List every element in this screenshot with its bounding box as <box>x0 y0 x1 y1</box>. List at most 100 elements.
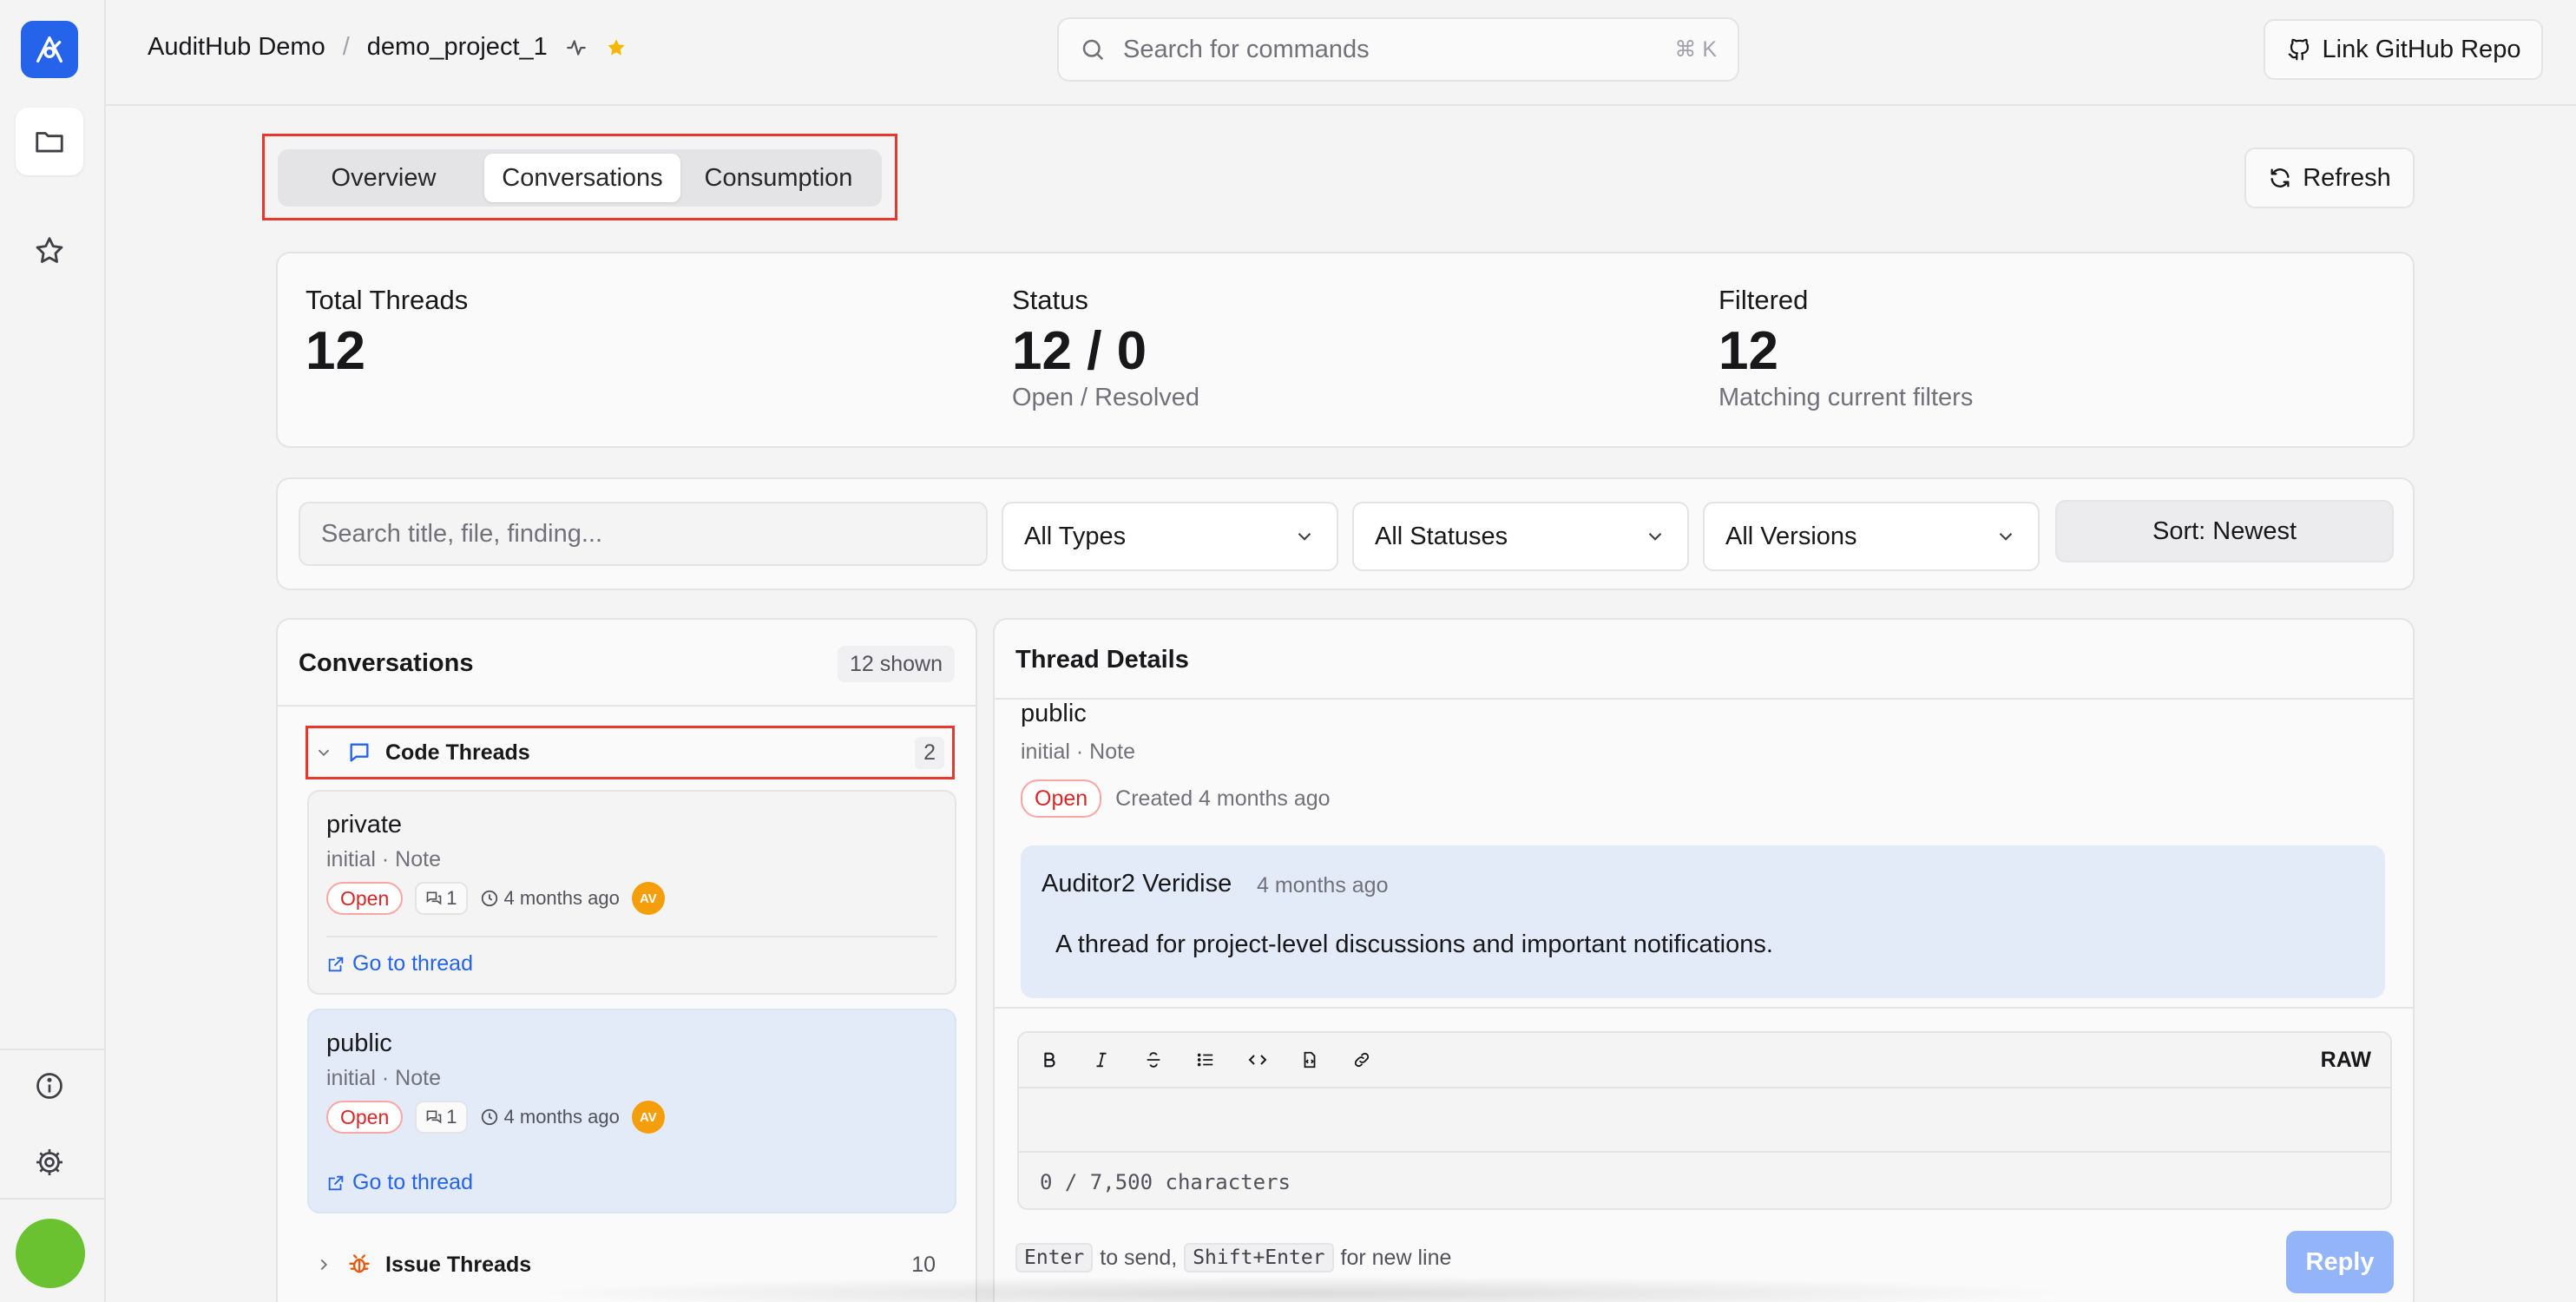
tab-consumption[interactable]: Consumption <box>680 154 877 202</box>
sort-button[interactable]: Sort: Newest <box>2055 500 2394 562</box>
hint-text-newline: for new line <box>1340 1245 1452 1270</box>
stat-status-sub: Open / Resolved <box>1012 384 1200 411</box>
conversations-panel: Conversations 12 shown Code Threads 2 pr… <box>276 618 977 1302</box>
nav-settings[interactable] <box>16 1128 83 1196</box>
clock-icon <box>481 890 497 907</box>
refresh-button[interactable]: Refresh <box>2244 148 2415 208</box>
tab-overview[interactable]: Overview <box>283 154 484 202</box>
type-filter-select[interactable]: All Types <box>1002 502 1338 571</box>
shift-enter-key: Shift+Enter <box>1184 1243 1334 1272</box>
user-avatar[interactable] <box>16 1219 85 1288</box>
message-author: Auditor2 Veridise <box>1042 870 1232 898</box>
breadcrumb-org[interactable]: AuditHub Demo <box>148 33 325 62</box>
avatar: AV <box>631 1101 665 1134</box>
thread-card-meta: initial · Note <box>326 847 441 871</box>
reply-count-badge: 1 <box>415 882 468 915</box>
thread-card-public[interactable]: public initial · Note Open 1 4 months ag… <box>307 1009 956 1213</box>
info-icon <box>36 1073 62 1099</box>
clock-icon <box>481 1108 497 1126</box>
avatar: AV <box>631 882 665 915</box>
breadcrumb-separator: / <box>342 33 350 61</box>
strikethrough-button[interactable] <box>1142 1049 1165 1071</box>
stat-filtered-sub: Matching current filters <box>1718 384 1974 411</box>
external-link-icon <box>328 1175 344 1190</box>
go-to-thread-link[interactable]: Go to thread <box>326 951 473 976</box>
list-button[interactable] <box>1194 1049 1217 1071</box>
chevron-right-icon <box>320 1259 328 1271</box>
nav-favorites[interactable] <box>16 217 83 285</box>
scroll-shadow <box>521 1276 2083 1302</box>
char-count: 0 / 7,500 characters <box>1019 1151 2390 1208</box>
raw-toggle[interactable]: RAW <box>2321 1048 2371 1073</box>
type-filter-value: All Types <box>1024 522 1127 550</box>
tab-conversations[interactable]: Conversations <box>483 154 680 202</box>
external-link-icon <box>328 957 344 971</box>
search-icon <box>1082 39 1104 61</box>
breadcrumb-project[interactable]: demo_project_1 <box>367 33 548 62</box>
group-issue-threads-label: Issue Threads <box>385 1252 532 1277</box>
refresh-icon <box>2270 168 2290 187</box>
left-rail <box>0 0 106 1302</box>
status-badge: Open <box>1021 779 1102 818</box>
reply-count: 1 <box>446 1106 457 1128</box>
chat-bubble-icon <box>350 743 369 762</box>
link-icon <box>1354 1052 1370 1068</box>
command-search-placeholder: Search for commands <box>1123 35 1370 63</box>
go-to-thread-link[interactable]: Go to thread <box>326 1170 473 1195</box>
group-code-threads-count: 2 <box>915 736 944 769</box>
stat-filtered: Filtered 12 Matching current filters <box>1718 285 1973 412</box>
group-code-threads-label: Code Threads <box>385 740 530 765</box>
conversations-shown-count: 12 shown <box>837 646 955 682</box>
bold-button[interactable] <box>1038 1049 1061 1071</box>
stat-total-label: Total Threads <box>306 285 469 315</box>
reply-editor: RAW 0 / 7,500 characters <box>1017 1031 2392 1210</box>
replies-icon <box>426 1110 442 1124</box>
nav-projects[interactable] <box>16 108 83 175</box>
list-icon <box>1197 1053 1213 1067</box>
bug-icon <box>349 1254 370 1273</box>
italic-button[interactable] <box>1090 1049 1113 1071</box>
thread-card-title: private <box>326 811 403 838</box>
strikethrough-icon <box>1147 1052 1160 1068</box>
divider <box>995 1007 2413 1009</box>
code-button[interactable] <box>1246 1049 1269 1071</box>
status-badge: Open <box>326 1101 404 1134</box>
chevron-down-icon <box>1298 532 1311 541</box>
thread-time: 4 months ago <box>480 887 620 910</box>
status-filter-select[interactable]: All Statuses <box>1352 502 1689 571</box>
nav-info[interactable] <box>16 1052 83 1120</box>
editor-toolbar: RAW <box>1019 1033 2390 1088</box>
link-button[interactable] <box>1350 1049 1373 1071</box>
app-logo[interactable] <box>21 21 78 78</box>
group-code-threads[interactable]: Code Threads 2 <box>314 731 944 774</box>
reply-textarea[interactable] <box>1019 1088 2390 1151</box>
version-filter-select[interactable]: All Versions <box>1703 502 2040 571</box>
stat-total: Total Threads 12 <box>306 285 468 382</box>
go-to-thread-label: Go to thread <box>352 951 473 976</box>
thread-time: 4 months ago <box>480 1106 620 1128</box>
star-filled-icon[interactable] <box>605 36 628 59</box>
thread-card-meta: initial · Note <box>326 1066 441 1090</box>
divider <box>278 705 976 707</box>
link-github-button[interactable]: Link GitHub Repo <box>2264 19 2543 80</box>
logo-icon <box>36 36 63 63</box>
stat-filtered-label: Filtered <box>1718 285 1809 315</box>
chevron-down-icon <box>318 749 330 757</box>
reply-button[interactable]: Reply <box>2286 1231 2394 1293</box>
version-filter-value: All Versions <box>1725 522 1857 550</box>
thread-card-private[interactable]: private initial · Note Open 1 4 months a… <box>307 790 956 995</box>
folder-icon <box>36 132 63 153</box>
message-time: 4 months ago <box>1257 873 1389 898</box>
star-icon <box>36 237 63 263</box>
command-search[interactable]: Search for commands ⌘ K <box>1057 17 1739 82</box>
refresh-label: Refresh <box>2303 163 2391 192</box>
italic-icon <box>1096 1052 1107 1068</box>
thread-details-panel: Thread Details public initial · Note Ope… <box>993 618 2415 1302</box>
reply-count-badge: 1 <box>415 1101 468 1134</box>
code-block-button[interactable] <box>1298 1049 1321 1071</box>
divider <box>995 698 2413 700</box>
settings-icon <box>36 1149 62 1175</box>
stat-total-value: 12 <box>306 321 365 381</box>
thread-search-input[interactable]: Search title, file, finding... <box>299 502 988 566</box>
activity-icon[interactable] <box>565 36 588 59</box>
